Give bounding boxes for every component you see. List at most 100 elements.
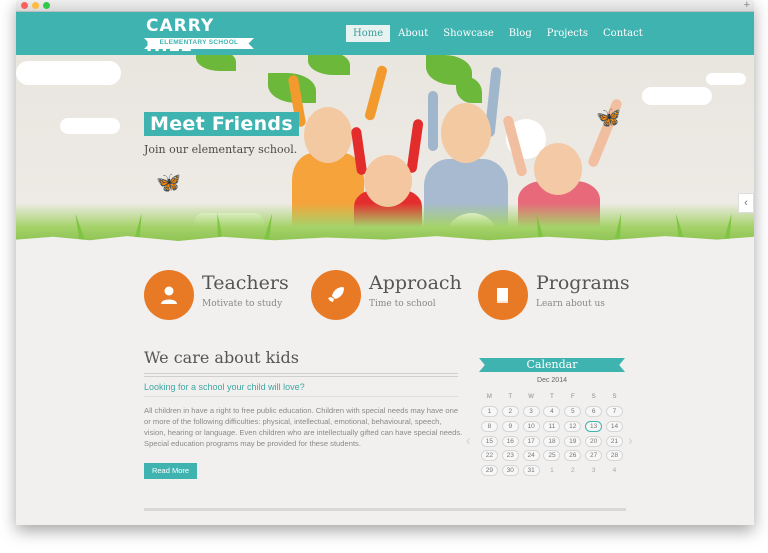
calendar-week: 29 30 31 1 2 3 4 — [479, 463, 625, 478]
maximize-window-button[interactable] — [43, 2, 50, 9]
calendar-next-icon[interactable]: › — [628, 432, 633, 448]
calendar-day[interactable]: 23 — [501, 450, 519, 462]
calendar-cell: 16 — [500, 434, 521, 449]
calendar-day[interactable]: 18 — [543, 435, 561, 447]
calendar-day[interactable]: 31 — [522, 464, 540, 476]
feature-title: Teachers — [202, 272, 289, 294]
calendar-day[interactable]: 16 — [501, 435, 519, 447]
read-more-button[interactable]: Read More — [144, 463, 197, 479]
calendar-cell: 1 — [479, 405, 500, 420]
weekday-label: T — [550, 394, 554, 401]
weekday-label: W — [528, 394, 534, 401]
calendar-day[interactable]: 7 — [605, 406, 623, 418]
calendar-day[interactable]: 2 — [501, 406, 519, 418]
calendar-day[interactable]: 1 — [480, 406, 498, 418]
hero-subtitle: Join our elementary school. — [144, 143, 298, 156]
nav-about[interactable]: About — [391, 25, 435, 42]
calendar-cell: 29 — [479, 463, 500, 478]
calendar-day[interactable]: 3 — [522, 406, 540, 418]
calendar-week: 22 23 24 25 26 27 28 — [479, 448, 625, 463]
logo-subtitle: ELEMENTARY SCHOOL — [159, 39, 239, 46]
feature-subtitle: Time to school — [369, 299, 436, 309]
calendar-day[interactable]: 9 — [501, 420, 519, 432]
calendar-cell: 15 — [479, 434, 500, 449]
nav-blog[interactable]: Blog — [502, 25, 539, 42]
nav-contact[interactable]: Contact — [596, 25, 650, 42]
calendar-cell: 7 — [604, 405, 625, 420]
calendar-title: Calendar — [526, 358, 578, 371]
slider-arrow-icon[interactable]: ‹ — [738, 193, 754, 213]
calendar-day[interactable]: 6 — [585, 406, 603, 418]
calendar-grid: M T W T F S S 1 2 3 4 5 6 7 8 9 10 11 12 13 14 15 16 17 1… — [479, 390, 625, 478]
site-header: CARRY HILL ELEMENTARY SCHOOL Home About … — [16, 12, 754, 56]
minimize-window-button[interactable] — [32, 2, 39, 9]
about-subtitle[interactable]: Looking for a school your child will lov… — [144, 382, 305, 392]
weekday-label: S — [591, 394, 596, 401]
calendar-day[interactable]: 3 — [585, 465, 602, 476]
calendar-day[interactable]: 5 — [564, 406, 582, 418]
calendar-day[interactable]: 8 — [480, 420, 498, 432]
calendar-prev-icon[interactable]: ‹ — [466, 432, 471, 448]
calendar-day[interactable]: 1 — [543, 465, 560, 476]
calendar-day[interactable]: 25 — [543, 450, 561, 462]
calendar-cell: 26 — [562, 448, 583, 463]
calendar-cell: 22 — [479, 448, 500, 463]
divider — [144, 373, 458, 374]
calendar-day[interactable]: 30 — [501, 464, 519, 476]
calendar-day[interactable]: 11 — [543, 420, 561, 432]
calendar-week: 15 16 17 18 19 20 21 — [479, 434, 625, 449]
calendar-cell: 24 — [521, 448, 542, 463]
calendar-day[interactable]: 17 — [522, 435, 540, 447]
nav-projects[interactable]: Projects — [540, 25, 595, 42]
calendar-cell: 13 — [583, 419, 604, 434]
calendar-day[interactable]: 2 — [564, 465, 581, 476]
calendar-day[interactable]: 19 — [564, 435, 582, 447]
calendar-day[interactable]: 13 — [585, 420, 603, 432]
calendar-day[interactable]: 24 — [522, 450, 540, 462]
calendar-day[interactable]: 26 — [564, 450, 582, 462]
nav-home[interactable]: Home — [346, 25, 391, 42]
calendar-cell: 30 — [500, 463, 521, 478]
calendar-day[interactable]: 4 — [606, 465, 623, 476]
calendar-day[interactable]: 29 — [480, 464, 498, 476]
calendar-cell: 2 — [562, 463, 583, 478]
calendar-cell: 17 — [521, 434, 542, 449]
butterfly-icon: 🦋 — [596, 107, 621, 129]
feature-title: Programs — [536, 272, 630, 294]
calendar-cell: 19 — [562, 434, 583, 449]
new-tab-icon[interactable]: + — [744, 0, 750, 12]
nav-showcase[interactable]: Showcase — [436, 25, 500, 42]
calendar-day[interactable]: 4 — [543, 406, 561, 418]
calendar-cell: 31 — [521, 463, 542, 478]
calendar-day[interactable]: 22 — [480, 450, 498, 462]
footer-divider — [144, 508, 626, 511]
calendar-day[interactable]: 28 — [605, 450, 623, 462]
calendar-cell: 2 — [500, 405, 521, 420]
calendar-day[interactable]: 21 — [605, 435, 623, 447]
close-window-button[interactable] — [21, 2, 28, 9]
calendar-cell: 8 — [479, 419, 500, 434]
calendar-day[interactable]: 14 — [605, 420, 623, 432]
calendar-cell: 25 — [542, 448, 563, 463]
calendar-day[interactable]: 27 — [585, 450, 603, 462]
feature-subtitle: Learn about us — [536, 299, 605, 309]
calendar-day[interactable]: 12 — [564, 420, 582, 432]
calendar-cell: 18 — [542, 434, 563, 449]
hero-slider: 🦋 🦋 Meet Friends Join our elementary sch… — [16, 55, 754, 243]
logo-title: CARRY HILL — [146, 16, 215, 56]
calendar-day[interactable]: 10 — [522, 420, 540, 432]
calendar-cell: 28 — [604, 448, 625, 463]
site-logo[interactable]: CARRY HILL ELEMENTARY SCHOOL — [144, 16, 256, 56]
calendar-cell: 1 — [542, 463, 563, 478]
main-menu: Home About Showcase Blog Projects Contac… — [346, 25, 651, 42]
feature-subtitle: Motivate to study — [202, 299, 283, 309]
calendar-day[interactable]: 20 — [585, 435, 603, 447]
calendar-day[interactable]: 15 — [480, 435, 498, 447]
calendar-cell: 11 — [542, 419, 563, 434]
feature-title: Approach — [369, 272, 462, 294]
calendar-cell: 4 — [604, 463, 625, 478]
weekday-label: F — [570, 394, 575, 401]
book-icon — [478, 270, 528, 320]
user-icon — [144, 270, 194, 320]
browser-window: + CARRY HILL ELEMENTARY SCHOOL Home Abou… — [16, 0, 754, 525]
